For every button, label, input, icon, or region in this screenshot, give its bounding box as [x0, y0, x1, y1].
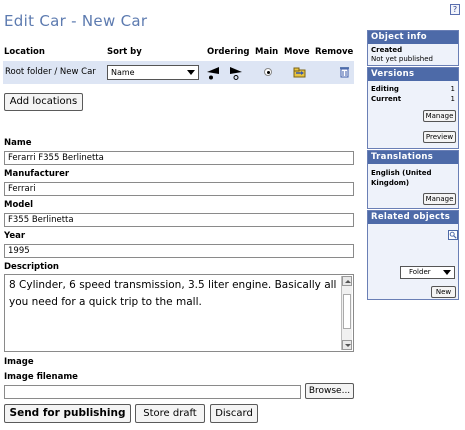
translations-manage-button[interactable]: Manage	[423, 193, 456, 205]
sort-ascending-icon[interactable]	[206, 65, 220, 80]
column-main: Main	[255, 47, 279, 57]
location-row: Root folder / New Car Name	[3, 61, 354, 84]
editing-label: Editing	[371, 85, 399, 93]
image-filename-field[interactable]	[4, 385, 301, 399]
move-icon[interactable]	[293, 66, 306, 78]
manufacturer-field[interactable]: Ferrari	[4, 182, 354, 196]
new-related-button[interactable]: New	[431, 286, 456, 298]
help-button[interactable]: ?	[450, 4, 460, 15]
versions-manage-button[interactable]: Manage	[423, 110, 456, 122]
image-label: Image	[4, 357, 34, 367]
sort-by-value: Name	[111, 68, 135, 77]
description-textarea[interactable]: 8 Cylinder, 6 speed transmission, 3.5 li…	[4, 274, 354, 352]
model-label: Model	[4, 200, 34, 210]
page-title: Edit Car - New Car	[4, 12, 148, 30]
created-label: Created	[371, 46, 403, 54]
browse-button[interactable]: Browse...	[305, 383, 354, 399]
translations-panel: Translations English (United Kingdom) Ma…	[367, 150, 459, 209]
year-label: Year	[4, 231, 26, 241]
chevron-down-icon	[187, 70, 195, 75]
sort-by-select[interactable]: Name	[107, 65, 199, 80]
related-class-value: Folder	[409, 268, 431, 276]
column-move: Move	[284, 47, 310, 57]
description-text: 8 Cylinder, 6 speed transmission, 3.5 li…	[9, 279, 337, 308]
related-objects-panel: Related objects Folder New	[367, 210, 459, 300]
chevron-down-icon	[443, 270, 451, 275]
name-field[interactable]: Ferarri F355 Berlinetta	[4, 151, 354, 165]
location-path: Root folder / New Car	[5, 67, 96, 77]
manufacturer-label: Manufacturer	[4, 169, 70, 179]
versions-panel: Versions Editing 1 Current 1 Manage Prev…	[367, 67, 459, 149]
name-label: Name	[4, 138, 32, 148]
translations-title: Translations	[368, 151, 458, 164]
current-value: 1	[450, 95, 455, 103]
scroll-thumb[interactable]	[343, 294, 351, 329]
editing-value: 1	[450, 85, 455, 93]
column-remove: Remove	[315, 47, 354, 57]
column-ordering: Ordering	[207, 47, 250, 57]
translation-language: English (United Kingdom)	[371, 169, 432, 187]
trash-icon[interactable]	[339, 66, 350, 78]
sort-descending-icon[interactable]	[229, 65, 243, 80]
related-class-select[interactable]: Folder	[400, 266, 455, 279]
column-sort-by: Sort by	[107, 47, 142, 57]
description-scrollbar[interactable]	[341, 276, 352, 350]
send-for-publishing-button[interactable]: Send for publishing	[4, 404, 131, 423]
scroll-up-icon[interactable]	[342, 276, 352, 286]
search-icon[interactable]	[448, 230, 458, 240]
add-locations-button[interactable]: Add locations	[4, 93, 83, 111]
current-label: Current	[371, 95, 402, 103]
versions-title: Versions	[368, 68, 458, 81]
preview-button[interactable]: Preview	[423, 131, 456, 143]
scroll-down-icon[interactable]	[342, 340, 352, 350]
related-objects-title: Related objects	[368, 211, 458, 224]
locations-header: Location Sort by Ordering Main Move Remo…	[4, 47, 353, 59]
object-info-panel: Object info Created Not yet published	[367, 30, 459, 66]
model-field[interactable]: F355 Berlinetta	[4, 213, 354, 227]
year-field[interactable]: 1995	[4, 244, 354, 258]
description-label: Description	[4, 262, 59, 272]
main-location-radio[interactable]	[264, 68, 272, 76]
discard-button[interactable]: Discard	[210, 404, 258, 423]
image-filename-label: Image filename	[4, 372, 78, 382]
object-info-title: Object info	[368, 31, 458, 44]
created-value: Not yet published	[371, 55, 433, 63]
store-draft-button[interactable]: Store draft	[135, 404, 205, 423]
column-location: Location	[4, 47, 45, 57]
